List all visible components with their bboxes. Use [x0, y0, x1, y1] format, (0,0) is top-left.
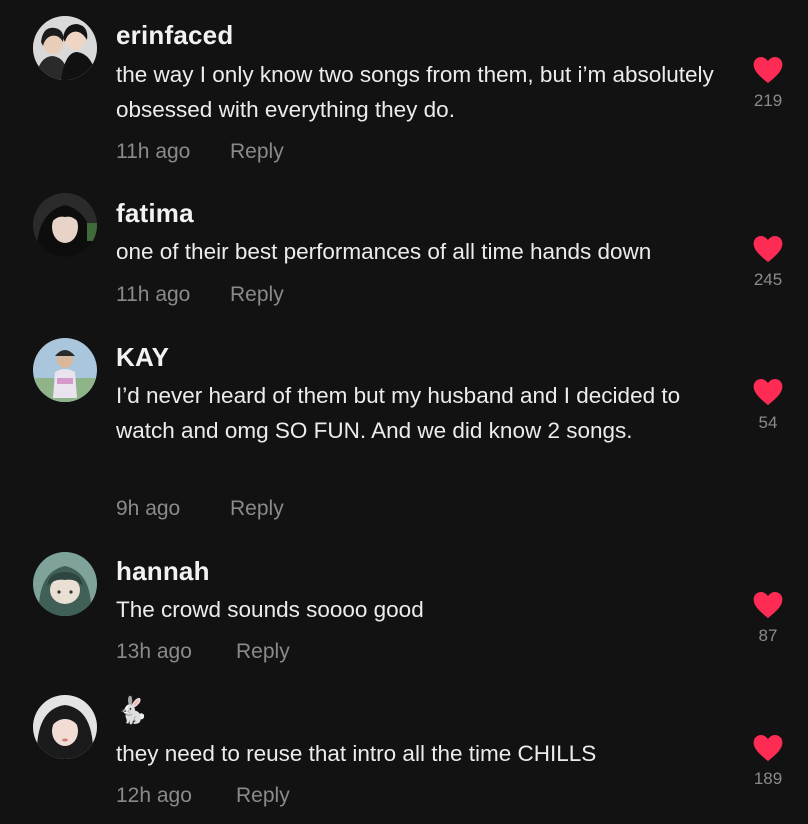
comment-timestamp: 11h ago	[116, 140, 191, 163]
like-control: 54	[742, 378, 794, 433]
comment-username[interactable]: 🐇	[116, 695, 149, 726]
reply-button[interactable]: Reply	[230, 283, 284, 306]
comment-meta: 12h ago Reply	[116, 784, 290, 808]
comment-meta: 13h ago Reply	[116, 640, 290, 664]
comment-item: erinfaced the way I only know two songs …	[0, 0, 808, 175]
comment-item: hannah The crowd sounds soooo good 13h a…	[0, 530, 808, 675]
like-count: 87	[758, 626, 778, 645]
heart-icon[interactable]	[753, 591, 783, 619]
like-control: 245	[742, 235, 794, 290]
reply-button[interactable]: Reply	[230, 497, 284, 520]
like-count: 189	[753, 769, 783, 788]
comment-timestamp: 9h ago	[116, 497, 181, 520]
reply-button[interactable]: Reply	[230, 140, 284, 163]
avatar[interactable]	[33, 193, 97, 257]
comment-text: I’d never heard of them but my husband a…	[116, 383, 681, 443]
comment-timestamp: 12h ago	[116, 784, 192, 807]
comment-text: the way I only know two songs from them,…	[116, 62, 714, 122]
like-control: 189	[742, 734, 794, 789]
reply-button[interactable]: Reply	[236, 784, 290, 807]
avatar[interactable]	[33, 338, 97, 402]
avatar[interactable]	[33, 695, 97, 759]
like-count: 54	[758, 413, 778, 432]
heart-icon[interactable]	[753, 235, 783, 263]
heart-icon[interactable]	[753, 734, 783, 762]
comment-meta: 9h ago Reply	[116, 497, 284, 521]
comment-text: The crowd sounds soooo good	[116, 597, 424, 622]
comment-username[interactable]: KAY	[116, 342, 169, 373]
comment-username[interactable]: hannah	[116, 556, 210, 587]
comment-text: one of their best performances of all ti…	[116, 239, 652, 264]
avatar[interactable]	[33, 16, 97, 80]
comment-meta: 11h ago Reply	[116, 140, 284, 164]
like-control: 87	[742, 591, 794, 646]
comment-text: they need to reuse that intro all the ti…	[116, 741, 597, 766]
comment-item: KAY I’d never heard of them but my husba…	[0, 315, 808, 530]
like-control: 219	[742, 56, 794, 111]
like-count: 245	[753, 270, 783, 289]
comment-username[interactable]: fatima	[116, 198, 194, 229]
like-count: 219	[753, 91, 783, 110]
comment-meta: 11h ago Reply	[116, 283, 284, 307]
heart-icon[interactable]	[753, 56, 783, 84]
comment-item: 🐇 they need to reuse that intro all the …	[0, 675, 808, 824]
heart-icon[interactable]	[753, 378, 783, 406]
comment-timestamp: 11h ago	[116, 283, 191, 306]
reply-button[interactable]: Reply	[236, 640, 290, 663]
comment-item: fatima one of their best performances of…	[0, 175, 808, 315]
avatar[interactable]	[33, 552, 97, 616]
comment-username[interactable]: erinfaced	[116, 20, 233, 51]
comment-timestamp: 13h ago	[116, 640, 192, 663]
